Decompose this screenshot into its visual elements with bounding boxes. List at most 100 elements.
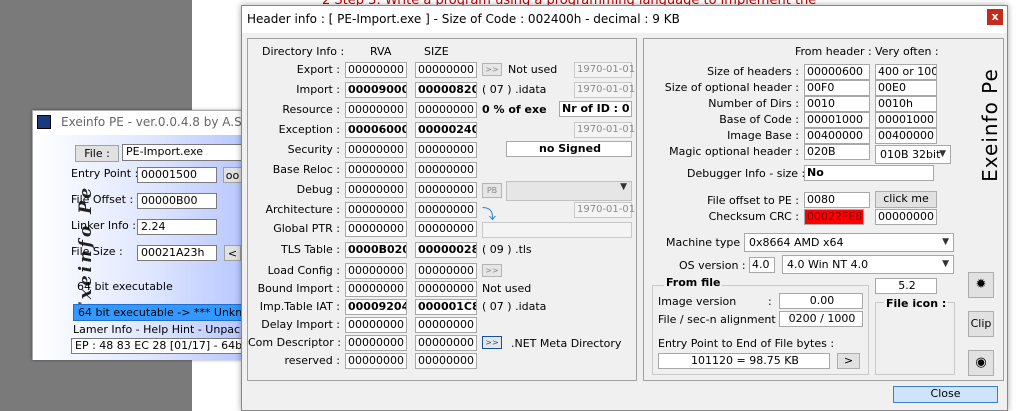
alignment-label: File / sec-n alignment — [658, 313, 776, 326]
header-row-often: 400 or 1000 — [875, 64, 937, 80]
header-info-window: Header info : [ PE-Import.exe ] - Size o… — [241, 5, 1008, 411]
dir-label: Imp.Table IAT : — [259, 300, 340, 313]
clip-button[interactable]: Clip — [968, 311, 994, 337]
dir-rva: 00000000 — [345, 102, 407, 118]
dir-size: 00000000 — [415, 102, 477, 118]
app-icon — [37, 115, 51, 129]
header-info-title: Header info : [ PE-Import.exe ] - Size o… — [247, 12, 680, 26]
dir-rva: 00009204 — [345, 299, 407, 315]
linker-info-label: Linker Info : — [71, 219, 136, 232]
checksum-value: 00022FE8 — [804, 209, 864, 225]
pin-icon[interactable]: ✹ — [968, 272, 994, 298]
entry-point-label: Entry Point : — [71, 167, 139, 180]
dir-rva: 00000000 — [345, 317, 407, 333]
file-icon-label: File icon : — [884, 297, 949, 310]
image-version-value: 0.00 — [779, 293, 863, 309]
debug-dropdown[interactable]: ▼ — [506, 181, 632, 201]
from-file-title: From file — [664, 276, 723, 289]
directory-panel: Directory Info : RVA SIZE Export : 000000… — [247, 38, 637, 381]
resource-percent: 0 % of exe — [482, 103, 547, 116]
file-size-field[interactable]: 00021A23h — [137, 245, 217, 261]
exeinfo-logo-text: Exeinfo Pe — [977, 68, 1002, 182]
load-config-button[interactable]: >> — [482, 264, 502, 277]
os-version-combo[interactable]: 4.0 Win NT 4.0 ▼ — [782, 255, 954, 274]
header-row-value: 00400000 — [804, 128, 870, 144]
header-row-value: 00000600 — [804, 64, 870, 80]
exeinfo-main-window: Exeinfo PE - ver.0.0.4.8 by A.S.L - 9 Ex… — [32, 110, 271, 360]
dir-label: Delay Import : — [261, 318, 340, 331]
image-version-colon: : — [768, 295, 772, 308]
ep-bytes-field[interactable]: EP : 48 83 EC 28 [01/17] - 64bit da — [71, 338, 246, 354]
dir-size: 00000000 — [415, 142, 477, 158]
dir-size: 00000000 — [415, 317, 477, 333]
entry-point-field[interactable]: 00001500 — [137, 167, 217, 183]
export-button[interactable]: >> — [482, 63, 502, 76]
global-ptr-extra — [482, 222, 632, 238]
dir-size: 00000000 — [415, 62, 477, 78]
header-row-value: 00F0 — [804, 80, 870, 96]
dir-rva: 00000000 — [345, 281, 407, 297]
dir-rva: 00000000 — [345, 162, 407, 178]
close-icon[interactable]: x — [987, 9, 1003, 25]
header-row-value: 020B — [804, 144, 870, 160]
header-row-label: Size of optional header : — [664, 81, 799, 94]
chevron-down-icon: ▼ — [620, 182, 627, 192]
dir-size: 00000000 — [415, 162, 477, 178]
net-meta-button[interactable]: >> — [482, 336, 502, 349]
linker-info-field[interactable]: 2.24 — [137, 219, 217, 235]
dir-rva: 00006000 — [345, 122, 407, 138]
debug-pb-button[interactable]: PB — [482, 183, 502, 198]
dir-label: Load Config : — [267, 264, 340, 277]
header-row-often: 010B 32bit — [880, 148, 941, 161]
checksum-often: 00000000 — [875, 209, 937, 225]
dir-label: Import : — [296, 83, 340, 96]
dir-size: 00000028 — [415, 242, 477, 258]
net-meta-label: .NET Meta Directory — [511, 337, 622, 350]
dir-size: 00000000 — [415, 281, 477, 297]
file-button[interactable]: File : — [75, 145, 119, 162]
dir-label: Export : — [296, 63, 340, 76]
oo-button[interactable]: oo — [223, 167, 242, 183]
security-status: no Signed — [506, 141, 632, 157]
dir-rva: 0000B020 — [345, 242, 407, 258]
machine-type-label: Machine type : — [666, 236, 748, 249]
bound-import-status: Not used — [482, 282, 532, 295]
close-button[interactable]: Close — [893, 386, 998, 403]
camera-icon[interactable]: ◉ — [968, 350, 994, 376]
magic-header-combo[interactable]: 010B 32bit ▼ — [875, 145, 951, 164]
back-button[interactable]: < — [224, 245, 241, 261]
dir-rva: 00000000 — [345, 335, 407, 351]
dir-rva: 00000000 — [345, 353, 407, 369]
alignment-colon: : — [768, 313, 772, 326]
file-offset-label: File Offset : — [71, 193, 134, 206]
dir-rva: 00000000 — [345, 221, 407, 237]
dir-label: Com Descriptor : — [248, 336, 341, 349]
exeinfo-title: Exeinfo PE - ver.0.0.4.8 by A.S.L - 9 — [61, 115, 246, 129]
linker-version: 5.2 — [875, 278, 937, 294]
detection-result[interactable]: 64 bit executable -> *** Unknown — [73, 304, 246, 321]
dir-label: Base Reloc : — [272, 163, 340, 176]
dir-rva: 00000000 — [345, 182, 407, 198]
ep-end-button[interactable]: > — [837, 353, 860, 369]
dir-label: reserved : — [284, 354, 340, 367]
header-row-label: Number of Dirs : — [708, 97, 799, 110]
header-row-often: 00001000 — [875, 112, 937, 128]
click-me-button[interactable]: click me — [875, 191, 937, 208]
dir-rva: 00000000 — [345, 263, 407, 279]
file-offset-field[interactable]: 00000B00 — [137, 193, 217, 209]
header-row-label: Size of headers : — [707, 65, 799, 78]
file-icon-group — [875, 302, 955, 375]
dir-rva: 00000000 — [345, 142, 407, 158]
dir-size: 00000000 — [415, 202, 477, 218]
very-often-label: Very often : — [875, 45, 939, 58]
os-version-label: OS version : — [679, 259, 746, 272]
os-version-value: 4.0 — [749, 257, 775, 273]
machine-type-combo[interactable]: 0x8664 AMD x64 ▼ — [744, 233, 954, 252]
dir-size: 00000000 — [415, 221, 477, 237]
os-version-combo-value: 4.0 Win NT 4.0 — [787, 258, 869, 271]
file-name-field[interactable]: PE-Import.exe — [122, 144, 246, 161]
export-date: 1970-01-01 — [574, 62, 635, 78]
arrow-down-icon[interactable]: ⤵ — [482, 204, 496, 224]
iat-section: ( 07 ) .idata — [482, 300, 547, 313]
dir-size: 00000240 — [415, 122, 477, 138]
